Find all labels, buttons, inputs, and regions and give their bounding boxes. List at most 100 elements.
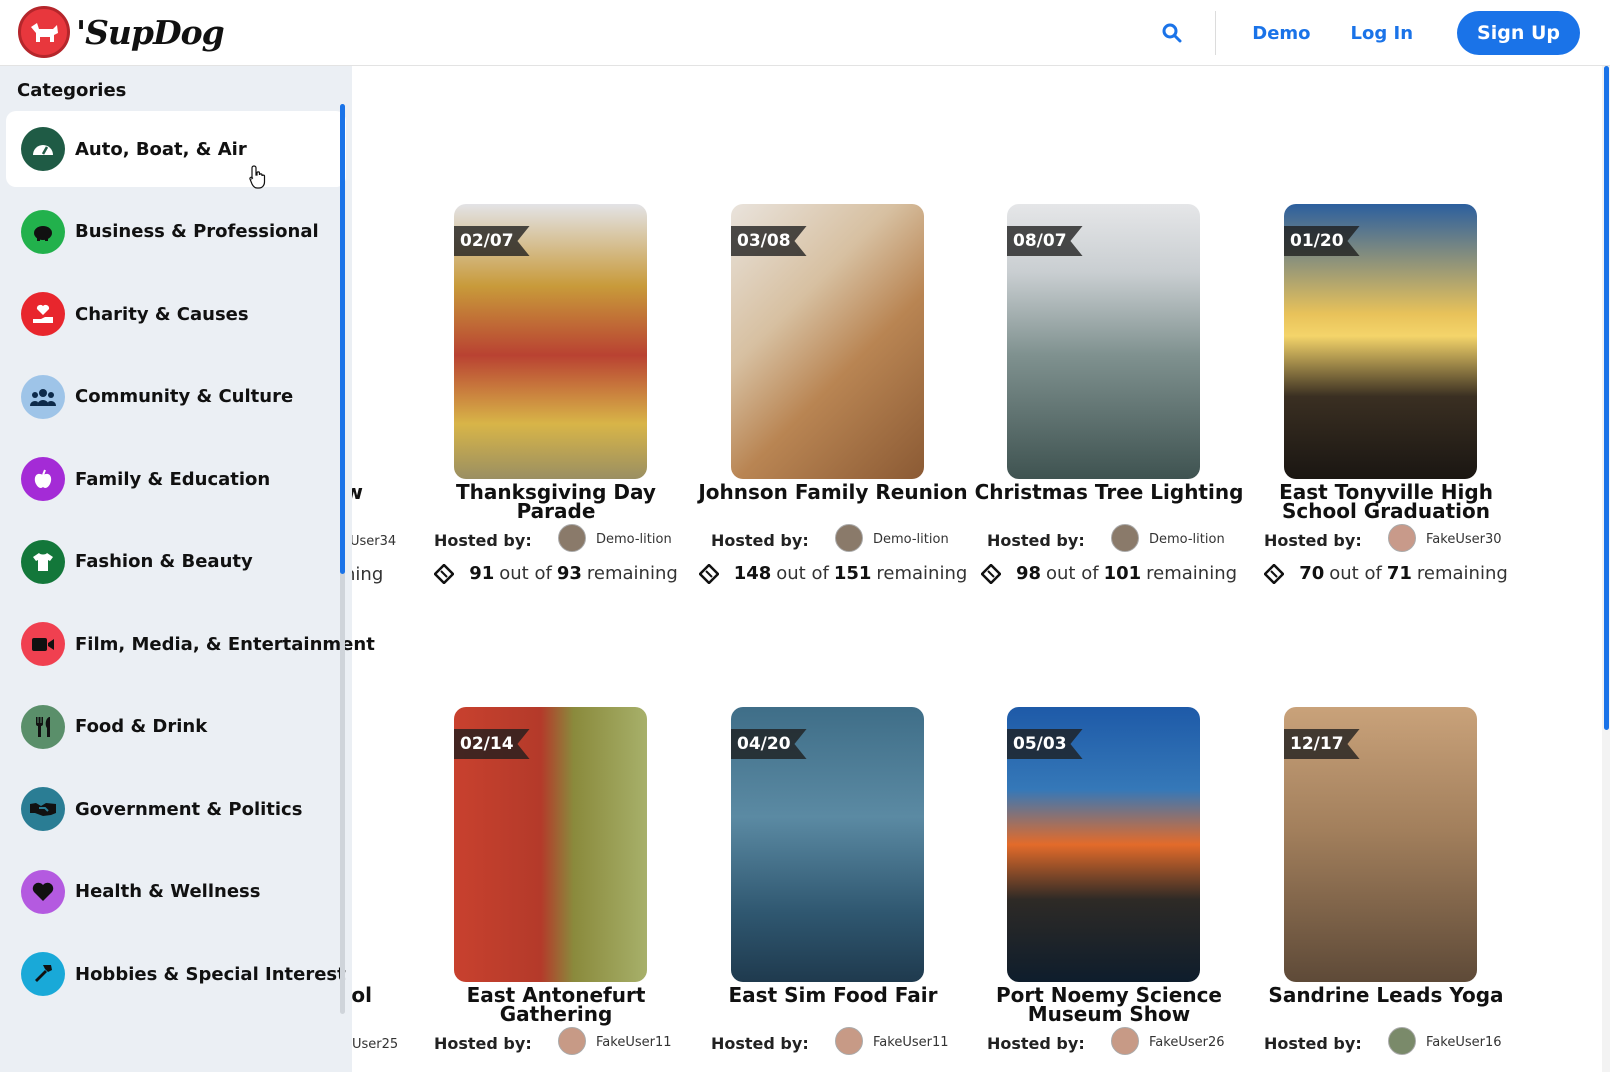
hosted-by-label: Hosted by: — [1264, 531, 1362, 550]
host-name[interactable]: Demo-lition — [596, 532, 672, 547]
speedometer-icon — [21, 127, 65, 171]
event-title: East Antonefurt Gathering — [466, 983, 646, 1026]
tickets-total: 101 — [1103, 563, 1142, 584]
category-item-food-drink[interactable]: Food & Drink — [6, 689, 346, 765]
search-icon — [1162, 23, 1182, 43]
event-date-tag: 02/14 — [454, 729, 530, 759]
category-item-community[interactable]: Community & Culture — [6, 359, 346, 435]
ticket-count: 91 out of 93 remaining — [418, 563, 694, 584]
category-label: Health & Wellness — [75, 881, 261, 902]
remaining-text: remaining — [1146, 563, 1238, 584]
apple-icon — [21, 457, 65, 501]
hosted-by-label: Hosted by: — [434, 1034, 532, 1053]
host-name[interactable]: Demo-lition — [873, 532, 949, 547]
category-item-family[interactable]: Family & Education — [6, 441, 346, 517]
ticket-icon — [698, 563, 719, 584]
event-image: 08/07 — [1007, 204, 1200, 479]
page-scroll-thumb[interactable] — [1604, 66, 1609, 730]
search-button[interactable] — [1149, 10, 1195, 56]
category-label: Government & Politics — [75, 798, 303, 820]
piggy-bank-icon — [21, 209, 65, 254]
sidebar-scroll-thumb[interactable] — [340, 104, 345, 574]
event-title: East Sim Food Fair — [728, 983, 938, 1007]
hand-heart-icon — [21, 292, 65, 336]
tshirt-icon — [21, 539, 65, 584]
host-avatar[interactable] — [1388, 524, 1416, 552]
ticket-count: 70 out of 71 remaining — [1248, 563, 1524, 584]
dog-logo-icon — [18, 6, 70, 58]
heart-icon — [21, 869, 65, 914]
host-avatar[interactable] — [558, 524, 586, 552]
event-image: 05/03 — [1007, 707, 1200, 982]
hosted-by-label: Hosted by: — [987, 1034, 1085, 1053]
host-avatar[interactable] — [1111, 1027, 1139, 1055]
categories-sidebar: Categories Auto, Boat, & Air Business & … — [0, 66, 375, 1072]
remaining-text: remaining — [586, 563, 678, 584]
event-title: Christmas Tree Lighting — [974, 480, 1244, 504]
tickets-total: 71 — [1386, 563, 1412, 584]
remaining-text: remaining — [1416, 563, 1508, 584]
ticket-icon — [980, 563, 1001, 584]
out-of-text: out of — [1046, 563, 1099, 584]
nav-divider — [1215, 11, 1217, 55]
login-link[interactable]: Log In — [1331, 23, 1434, 44]
host-avatar[interactable] — [1388, 1027, 1416, 1055]
tickets-left: 91 — [469, 563, 495, 584]
utensils-icon — [21, 704, 65, 749]
out-of-text: out of — [776, 563, 829, 584]
event-title: Thanksgiving Day Parade — [456, 480, 656, 523]
event-date-tag: 08/07 — [1007, 226, 1083, 256]
host-name[interactable]: FakeUser16 — [1426, 1035, 1502, 1050]
host-name: eUser25 — [344, 1037, 399, 1052]
event-title: Johnson Family Reunion — [698, 480, 968, 504]
category-list: Auto, Boat, & Air Business & Professiona… — [6, 111, 375, 1019]
category-item-health[interactable]: Health & Wellness — [6, 854, 346, 930]
category-label: Fashion & Beauty — [75, 551, 253, 572]
hosted-by-label: Hosted by: — [1264, 1034, 1362, 1053]
tickets-total: 151 — [833, 563, 872, 584]
hosted-by-label: Hosted by: — [711, 1034, 809, 1053]
category-item-government[interactable]: Government & Politics — [6, 771, 346, 847]
tickets-left: 148 — [733, 563, 772, 584]
category-label: Film, Media, & Entertainment — [75, 633, 375, 655]
event-date-tag: 03/08 — [731, 226, 807, 256]
event-image: 04/20 — [731, 707, 924, 982]
host-avatar[interactable] — [835, 524, 863, 552]
handshake-icon — [21, 787, 65, 831]
host-name[interactable]: FakeUser26 — [1149, 1035, 1225, 1050]
host-avatar[interactable] — [1111, 524, 1139, 552]
category-item-charity[interactable]: Charity & Causes — [6, 276, 346, 352]
host-avatar[interactable] — [558, 1027, 586, 1055]
event-date-tag: 12/17 — [1284, 729, 1360, 759]
event-title: East Tonyville High School Graduation — [1279, 480, 1493, 523]
event-image: 02/07 — [454, 204, 647, 479]
category-label: Community & Culture — [75, 386, 294, 407]
event-date-tag: 05/03 — [1007, 729, 1083, 759]
host-name[interactable]: FakeUser11 — [873, 1035, 949, 1050]
demo-link[interactable]: Demo — [1232, 23, 1330, 44]
category-item-fashion[interactable]: Fashion & Beauty — [6, 524, 346, 600]
host-name[interactable]: FakeUser11 — [596, 1035, 672, 1050]
category-label: Family & Education — [75, 468, 271, 490]
logo[interactable]: 'SupDog — [18, 6, 225, 58]
category-item-film-media[interactable]: Film, Media, & Entertainment — [6, 606, 375, 682]
category-label: Hobbies & Special Interest — [75, 963, 346, 985]
tickets-left: 70 — [1299, 563, 1325, 584]
signup-button[interactable]: Sign Up — [1457, 11, 1580, 55]
event-image: 12/17 — [1284, 707, 1477, 982]
out-of-text: out of — [1329, 563, 1382, 584]
event-date-tag: 04/20 — [731, 729, 807, 759]
event-date-tag: 01/20 — [1284, 226, 1360, 256]
video-camera-icon — [21, 622, 65, 666]
category-item-hobbies[interactable]: Hobbies & Special Interest — [6, 936, 346, 1012]
category-item-business[interactable]: Business & Professional — [6, 194, 346, 270]
brand-name: 'SupDog — [76, 12, 225, 52]
categories-heading: Categories — [17, 80, 127, 101]
host-name[interactable]: FakeUser30 — [1426, 532, 1502, 547]
tickets-left: 98 — [1015, 563, 1042, 584]
tickets-total: 93 — [556, 563, 582, 584]
out-of-text: out of — [499, 563, 552, 584]
host-name[interactable]: Demo-lition — [1149, 532, 1225, 547]
host-avatar[interactable] — [835, 1027, 863, 1055]
category-item-auto-boat-air[interactable]: Auto, Boat, & Air — [6, 111, 346, 187]
